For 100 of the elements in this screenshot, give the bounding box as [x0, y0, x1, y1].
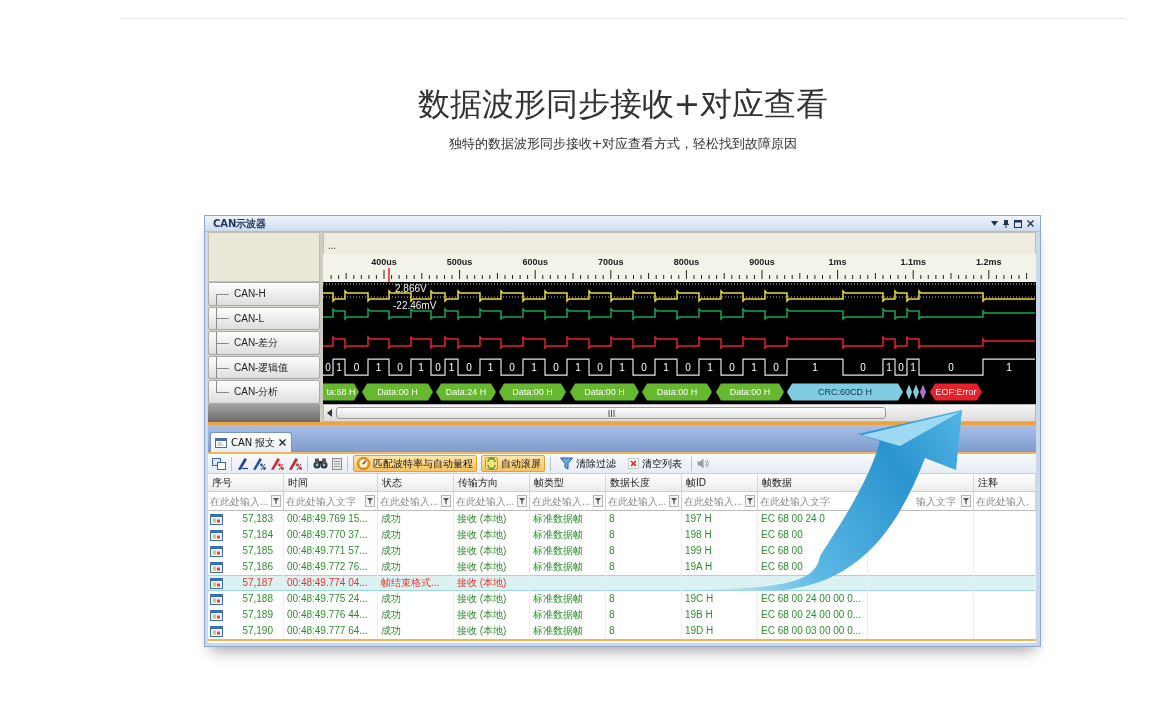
column-header[interactable]: 帧ID: [686, 475, 706, 490]
column-header[interactable]: 帧数据: [762, 475, 792, 490]
filter-icon[interactable]: [745, 495, 755, 507]
filter-icon[interactable]: [441, 495, 451, 507]
pen-percent-icon[interactable]: [270, 457, 284, 470]
page-title: 数据波形同步接收+对应查看: [417, 84, 829, 124]
table-cell: 57,184: [242, 529, 273, 541]
filter-field[interactable]: 在此处输入文字: [759, 493, 833, 509]
filter-field[interactable]: 在此处输入...: [455, 493, 517, 509]
table-cell: 00:48:49.777 64...: [287, 625, 368, 637]
filter-icon[interactable]: [669, 495, 679, 507]
column-header[interactable]: 传输方向: [458, 475, 498, 490]
window-title: CAN示波器: [213, 216, 267, 231]
filter-icon[interactable]: [365, 495, 375, 507]
bit-label: 0: [860, 362, 866, 374]
table-cell: 接收 (本地): [457, 513, 507, 525]
scroll-left-icon[interactable]: [327, 409, 332, 417]
pen-percent-icon[interactable]: [288, 457, 302, 470]
filter-field[interactable]: 在此处输入...: [531, 493, 593, 509]
document-icon[interactable]: [332, 457, 342, 470]
column-header[interactable]: 帧类型: [534, 475, 564, 490]
bit-label: 0: [597, 362, 603, 374]
pin-icon[interactable]: [1003, 219, 1009, 228]
table-cell: 57,183: [242, 513, 273, 525]
funnel-icon: [560, 457, 573, 470]
dropdown-icon[interactable]: [991, 221, 998, 226]
table-cell: 成功: [381, 529, 401, 541]
filter-icon[interactable]: [593, 495, 603, 507]
table-cell: 00:48:49.770 37...: [287, 529, 368, 541]
table-cell: 00:48:49.774 04...: [287, 577, 368, 589]
bit-label: 1: [448, 362, 455, 374]
table-cell: 198 H: [685, 529, 712, 541]
bit-label: 0: [641, 362, 647, 374]
table-row[interactable]: 57,189 00:48:49.776 44... 成功 接收 (本地) 标准数据帧 8 19B H EC 68 00 24 00 00 0...: [208, 607, 1036, 623]
speaker-icon[interactable]: [697, 458, 710, 469]
bit-label: 1: [531, 362, 537, 374]
table-row[interactable]: 57,190 00:48:49.777 64... 成功 接收 (本地) 标准数据帧 8 19D H EC 68 00 03 00 00 0...: [208, 623, 1036, 639]
table-cell: 接收 (本地): [457, 545, 507, 557]
column-header[interactable]: 注释: [978, 475, 998, 490]
toolbar-button[interactable]: 清空列表: [624, 455, 686, 472]
table-cell: 199 H: [685, 545, 712, 557]
tick-label: 500us: [446, 257, 473, 267]
table-cell: EC 68 00: [761, 529, 803, 541]
column-header[interactable]: 数据长度: [610, 475, 650, 490]
table-cell: 57,186: [242, 561, 273, 573]
channel-label[interactable]: CAN-H: [208, 282, 320, 306]
table-row[interactable]: 57,184 00:48:49.770 37... 成功 接收 (本地) 标准数据帧 8 198 H EC 68 00: [208, 527, 1036, 543]
table-cell: 帧结束格式...: [381, 577, 440, 589]
toolbar-button[interactable]: 自动滚屏: [481, 455, 545, 472]
column-header[interactable]: 状态: [382, 475, 402, 490]
channel-label[interactable]: CAN-差分: [208, 331, 320, 355]
close-icon[interactable]: [279, 439, 287, 446]
bit-label: 0: [948, 362, 954, 374]
binoculars-icon[interactable]: [313, 458, 328, 469]
toolbar-button[interactable]: 清除过滤: [556, 455, 620, 472]
table-cell: 标准数据帧: [533, 625, 583, 637]
filter-icon[interactable]: [271, 495, 281, 507]
page-subtitle: 独特的数据波形同步接收+对应查看方式，轻松找到故障原因: [448, 135, 798, 153]
column-header[interactable]: 时间: [288, 475, 308, 490]
message-icon: [210, 529, 223, 541]
message-icon: [210, 545, 223, 557]
message-icon: [210, 593, 223, 605]
bit-label: 0: [435, 362, 441, 374]
table-row[interactable]: 57,185 00:48:49.771 57... 成功 接收 (本地) 标准数据帧 8 199 H EC 68 00: [208, 543, 1036, 559]
column-header[interactable]: 序号: [212, 475, 232, 490]
tick-label: 800us: [673, 257, 700, 267]
tab[interactable]: CAN 报文: [210, 432, 293, 452]
maximize-icon[interactable]: [1014, 219, 1022, 228]
table-row[interactable]: 57,188 00:48:49.775 24... 成功 接收 (本地) 标准数据帧 8 19C H EC 68 00 24 00 00 0...: [208, 591, 1036, 607]
channel-label[interactable]: CAN-逻辑值: [208, 355, 320, 380]
pen-icon[interactable]: [237, 457, 248, 470]
toolbar-button[interactable]: 匹配波特率与自动量程: [353, 455, 477, 472]
filter-field[interactable]: 在此处输入...: [607, 493, 669, 509]
tick-label: 1ms: [828, 257, 847, 267]
table-cell: 接收 (本地): [457, 577, 507, 589]
tick-label: 400us: [371, 257, 397, 267]
close-icon[interactable]: [1027, 220, 1034, 227]
message-icon: [210, 609, 223, 621]
table-cell: 接收 (本地): [457, 609, 507, 621]
table-row[interactable]: 57,187 00:48:49.774 04... 帧结束格式... 接收 (本地): [208, 575, 1036, 591]
table-row[interactable]: 57,186 00:48:49.772 76... 成功 接收 (本地) 标准数据帧 8 19A H EC 68 00: [208, 559, 1036, 575]
table-row[interactable]: 57,183 00:48:49.769 15... 成功 接收 (本地) 标准数据帧 8 197 H EC 68 00 24 0: [208, 511, 1036, 527]
table-cell: 接收 (本地): [457, 529, 507, 541]
filter-field[interactable]: 在此处输入...: [209, 493, 271, 509]
table-cell: 8: [609, 625, 615, 637]
filter-icon[interactable]: [517, 495, 527, 507]
channel-label[interactable]: CAN-L: [208, 306, 320, 331]
pen-percent-icon[interactable]: [252, 457, 266, 470]
table-cell: 成功: [381, 561, 401, 573]
overflow-text: ...: [328, 240, 337, 252]
table-cell: 成功: [381, 609, 401, 621]
copy-icon[interactable]: [212, 457, 226, 470]
channel-label[interactable]: CAN-分析: [208, 380, 320, 404]
scrollbar-thumb[interactable]: [336, 407, 886, 419]
filter-icon[interactable]: [961, 495, 971, 507]
filter-field[interactable]: 在此处输入...: [683, 493, 745, 509]
filter-field[interactable]: 在此处输入...: [379, 493, 441, 509]
cross-icon: [628, 458, 639, 469]
table-cell: 00:48:49.776 44...: [287, 609, 368, 621]
tick-label: 700us: [598, 257, 624, 267]
